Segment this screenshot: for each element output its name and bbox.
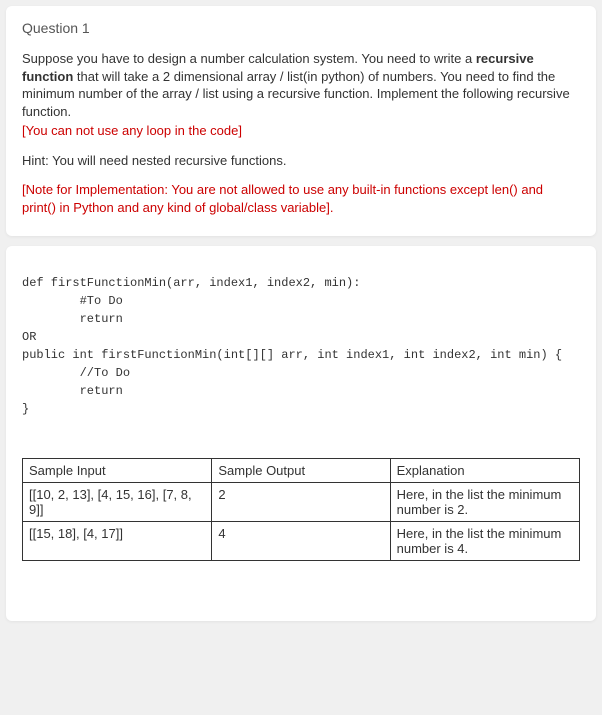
body-text-2: that will take a 2 dimensional array / l… <box>22 69 570 119</box>
java-return-line: return <box>22 384 123 398</box>
question-body: Suppose you have to design a number calc… <box>22 50 580 120</box>
table-row: [[10, 2, 13], [4, 15, 16], [7, 8, 9]] 2 … <box>23 483 580 522</box>
question-title: Question 1 <box>22 20 580 36</box>
header-input: Sample Input <box>23 459 212 483</box>
question-card: Question 1 Suppose you have to design a … <box>6 6 596 236</box>
or-separator: OR <box>22 328 580 346</box>
java-def-line: public int firstFunctionMin(int[][] arr,… <box>22 348 562 362</box>
table-row: [[15, 18], [4, 17]] 4 Here, in the list … <box>23 522 580 561</box>
java-code-block: public int firstFunctionMin(int[][] arr,… <box>22 346 580 418</box>
cell-output: 2 <box>212 483 390 522</box>
code-card: def firstFunctionMin(arr, index1, index2… <box>6 246 596 621</box>
header-explanation: Explanation <box>390 459 579 483</box>
header-output: Sample Output <box>212 459 390 483</box>
cell-output: 4 <box>212 522 390 561</box>
py-todo-line: #To Do <box>22 294 123 308</box>
cell-input: [[10, 2, 13], [4, 15, 16], [7, 8, 9]] <box>23 483 212 522</box>
java-todo-line: //To Do <box>22 366 130 380</box>
body-text-1: Suppose you have to design a number calc… <box>22 51 476 66</box>
cell-explanation: Here, in the list the minimum number is … <box>390 522 579 561</box>
hint-text: Hint: You will need nested recursive fun… <box>22 152 580 170</box>
cell-input: [[15, 18], [4, 17]] <box>23 522 212 561</box>
py-def-line: def firstFunctionMin(arr, index1, index2… <box>22 276 360 290</box>
java-close-line: } <box>22 402 29 416</box>
sample-table: Sample Input Sample Output Explanation [… <box>22 458 580 561</box>
table-header-row: Sample Input Sample Output Explanation <box>23 459 580 483</box>
restriction-note: [You can not use any loop in the code] <box>22 122 580 140</box>
implementation-note: [Note for Implementation: You are not al… <box>22 181 580 216</box>
cell-explanation: Here, in the list the minimum number is … <box>390 483 579 522</box>
py-return-line: return <box>22 312 123 326</box>
python-code-block: def firstFunctionMin(arr, index1, index2… <box>22 274 580 328</box>
